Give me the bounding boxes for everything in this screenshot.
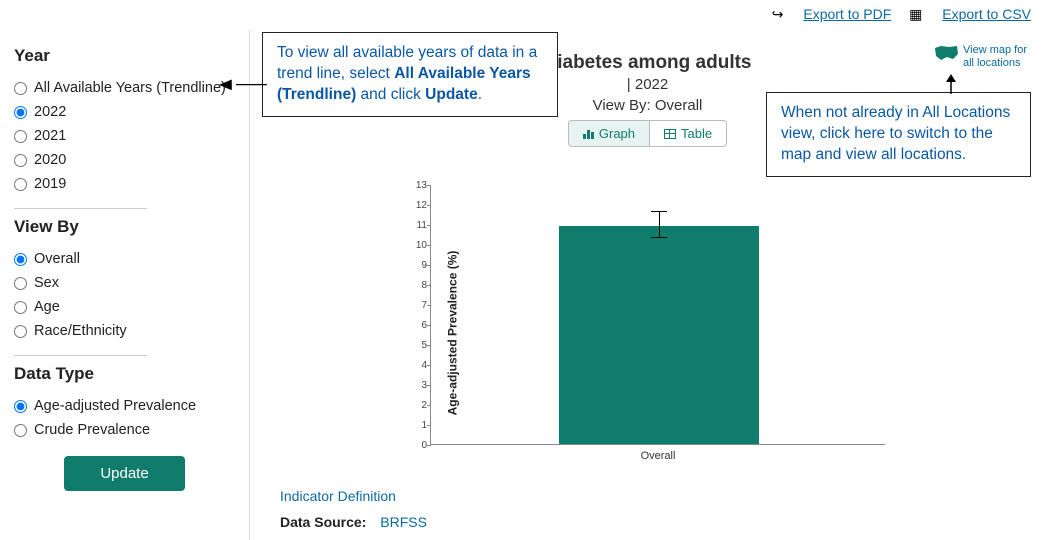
error-cap: [651, 237, 667, 238]
data-source-link[interactable]: BRFSS: [380, 514, 427, 530]
viewby-option-race[interactable]: Race/Ethnicity: [14, 319, 235, 343]
year-option-trendline[interactable]: All Available Years (Trendline): [14, 76, 235, 100]
year-option-2021[interactable]: 2021: [14, 124, 235, 148]
view-map-link[interactable]: View map for all locations: [933, 44, 1033, 70]
year-radio-group: All Available Years (Trendline) 2022 202…: [14, 76, 235, 196]
map-link-text: View map for all locations: [963, 44, 1027, 70]
datatype-radio-group: Age-adjusted Prevalence Crude Prevalence: [14, 394, 235, 442]
footer-links: Indicator Definition Data Source: BRFSS: [280, 488, 427, 530]
year-option-2020[interactable]: 2020: [14, 148, 235, 172]
map-link-line: View map for: [963, 44, 1027, 57]
map-icon: [933, 44, 959, 62]
year-option-label: 2022: [34, 104, 66, 120]
bar-chart-icon: [583, 129, 594, 139]
chart-area: Age-adjusted Prevalence (%) Overall 0123…: [400, 185, 900, 480]
viewby-option-label: Age: [34, 299, 60, 315]
y-tick: 1: [409, 420, 427, 431]
table-toggle-button[interactable]: Table: [650, 120, 727, 147]
callout-text-bold: Update: [425, 86, 478, 103]
export-csv-link[interactable]: Export to CSV: [942, 6, 1031, 22]
y-tick: 2: [409, 400, 427, 411]
map-link-line: all locations: [963, 57, 1027, 70]
viewby-option-label: Sex: [34, 275, 59, 291]
callout-map: When not already in All Locations view, …: [766, 92, 1031, 177]
table-icon: [664, 129, 676, 139]
viewby-option-overall[interactable]: Overall: [14, 247, 235, 271]
indicator-definition-link[interactable]: Indicator Definition: [280, 488, 427, 504]
year-option-2022[interactable]: 2022: [14, 100, 235, 124]
y-tick: 13: [409, 180, 427, 191]
viewby-option-age[interactable]: Age: [14, 295, 235, 319]
viewby-option-label: Overall: [34, 251, 80, 267]
divider: [14, 355, 147, 356]
callout-trendline: To view all available years of data in a…: [262, 32, 558, 117]
export-pdf-link[interactable]: Export to PDF: [803, 6, 891, 22]
year-option-label: 2019: [34, 176, 66, 192]
viewby-heading: View By: [14, 217, 235, 237]
chart-viewby-prefix: View By:: [593, 97, 655, 114]
arrow-icon: [942, 74, 960, 94]
y-tick: 10: [409, 240, 427, 251]
viewby-radio-group: Overall Sex Age Race/Ethnicity: [14, 247, 235, 343]
y-tick: 3: [409, 380, 427, 391]
arrow-icon: ◄──: [215, 74, 267, 95]
year-option-label: All Available Years (Trendline): [34, 80, 226, 96]
toggle-label: Table: [681, 126, 712, 141]
y-tick: 12: [409, 200, 427, 211]
year-option-label: 2021: [34, 128, 66, 144]
data-source-label: Data Source:: [280, 514, 366, 530]
year-heading: Year: [14, 46, 235, 66]
update-button[interactable]: Update: [64, 456, 184, 491]
callout-text: When not already in All Locations view, …: [781, 104, 1010, 163]
datatype-heading: Data Type: [14, 364, 235, 384]
csv-icon: ▦: [909, 6, 922, 23]
year-option-label: 2020: [34, 152, 66, 168]
callout-text: .: [478, 86, 482, 103]
y-tick: 11: [409, 220, 427, 231]
y-tick: 9: [409, 260, 427, 271]
y-tick: 8: [409, 280, 427, 291]
graph-toggle-button[interactable]: Graph: [568, 120, 650, 147]
divider: [14, 208, 147, 209]
year-option-2019[interactable]: 2019: [14, 172, 235, 196]
y-tick: 4: [409, 360, 427, 371]
datatype-option-crude[interactable]: Crude Prevalence: [14, 418, 235, 442]
chart-bar: [559, 226, 759, 444]
datatype-option-label: Crude Prevalence: [34, 422, 150, 438]
export-links: ↪ Export to PDF ▦ Export to CSV: [772, 6, 1031, 23]
callout-text: and click: [356, 86, 425, 103]
viewby-option-label: Race/Ethnicity: [34, 323, 127, 339]
share-icon: ↪: [772, 6, 784, 23]
y-tick: 6: [409, 320, 427, 331]
error-cap: [651, 211, 667, 212]
filter-sidebar: Year All Available Years (Trendline) 202…: [0, 30, 250, 540]
datatype-option-label: Age-adjusted Prevalence: [34, 398, 196, 414]
viewby-option-sex[interactable]: Sex: [14, 271, 235, 295]
y-tick: 7: [409, 300, 427, 311]
y-tick: 0: [409, 440, 427, 451]
chart-viewby-value: Overall: [655, 97, 703, 114]
x-axis-label: Overall: [431, 450, 885, 462]
y-tick: 5: [409, 340, 427, 351]
error-bar: [659, 211, 660, 237]
chart-plot: Overall 012345678910111213: [430, 185, 885, 445]
datatype-option-ageadj[interactable]: Age-adjusted Prevalence: [14, 394, 235, 418]
toggle-label: Graph: [599, 126, 635, 141]
